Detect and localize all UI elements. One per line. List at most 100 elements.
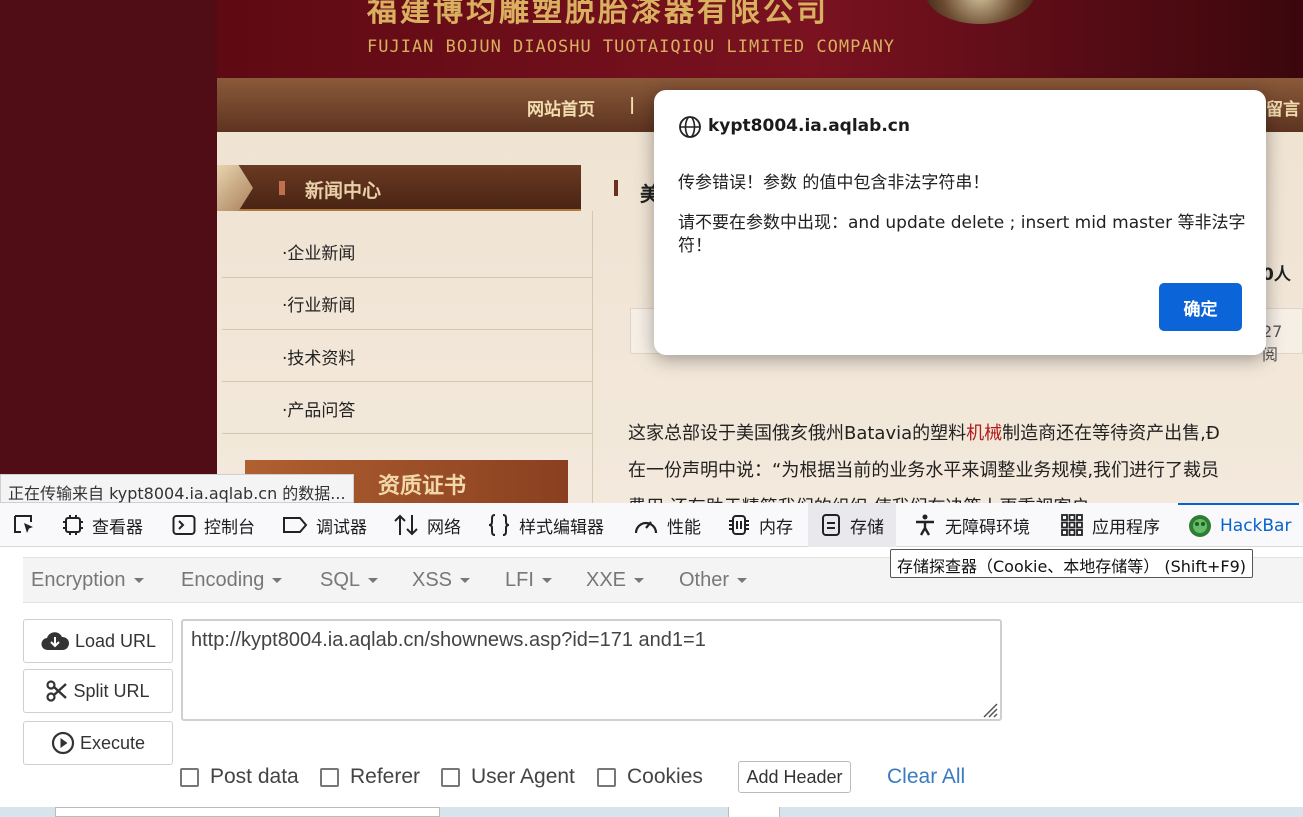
qualification-banner-label: 资质证书 xyxy=(378,474,467,499)
devtools-toolbar: 查看器 控制台 调试器 网络 样式编辑器 性能 内存 存储 无障碍环境 应用程序… xyxy=(0,503,1303,547)
nav-home-link[interactable]: 网站首页 xyxy=(527,95,595,120)
tab-memory-label: 内存 xyxy=(759,517,793,538)
caret-down-icon xyxy=(460,578,471,584)
header-arrow-icon xyxy=(217,165,253,211)
tab-performance-label: 性能 xyxy=(667,517,701,538)
style-editor-icon xyxy=(488,514,510,536)
cookies-checkbox[interactable]: Cookies xyxy=(597,765,703,789)
tab-inspector[interactable]: 查看器 xyxy=(62,503,143,547)
url-input[interactable]: http://kypt8004.ia.aqlab.cn/shownews.asp… xyxy=(181,619,1002,721)
keyword-link[interactable]: 机械 xyxy=(966,423,1002,444)
tab-debugger[interactable]: 调试器 xyxy=(282,503,367,547)
divider xyxy=(222,329,592,330)
tab-console-label: 控制台 xyxy=(204,517,255,538)
add-header-button[interactable]: Add Header xyxy=(738,761,851,793)
tab-performance[interactable]: 性能 xyxy=(633,503,701,547)
execute-button[interactable]: Execute xyxy=(23,721,173,765)
tab-storage-label: 存储 xyxy=(850,517,884,538)
post-data-checkbox[interactable]: Post data xyxy=(180,765,299,789)
caret-down-icon xyxy=(368,578,379,584)
tab-application[interactable]: 应用程序 xyxy=(1060,503,1160,547)
referer-checkbox[interactable]: Referer xyxy=(320,765,420,789)
dialog-message-line-2: 请不要在参数中出现：and update delete ; insert mid… xyxy=(678,213,1246,256)
article-paragraph-line-1: 这家总部设于美国俄亥俄州Batavia的塑料机械制造商还在等待资产出售,Ð xyxy=(628,423,1220,444)
console-icon xyxy=(172,515,196,535)
inspector-icon xyxy=(63,515,83,535)
bottom-card xyxy=(55,807,440,817)
sidebar-link-product-qa[interactable]: ·产品问答 xyxy=(282,396,355,421)
alert-dialog: kypt8004.ia.aqlab.cn 传参错误！参数 的值中包含非法字符串！… xyxy=(654,90,1266,355)
company-name-cn: 福建博均雕塑脱胎漆器有限公司 xyxy=(367,0,829,29)
performance-icon xyxy=(634,521,658,534)
tab-accessibility-label: 无障碍环境 xyxy=(945,517,1030,538)
nav-guestbook-link[interactable]: 留言 xyxy=(1266,95,1300,120)
article-author-fragment: 0人 xyxy=(1262,265,1291,285)
menu-xss[interactable]: XSS xyxy=(412,569,471,592)
menu-lfi[interactable]: LFI xyxy=(505,569,552,592)
checkbox-box[interactable] xyxy=(441,767,460,787)
menu-xxe[interactable]: XXE xyxy=(586,569,645,592)
divider xyxy=(222,277,592,278)
caret-down-icon xyxy=(541,578,552,584)
checkbox-box[interactable] xyxy=(180,767,199,787)
tab-application-label: 应用程序 xyxy=(1092,517,1160,538)
hackbar-panel: Encryption Encoding SQL XSS LFI XXE Othe… xyxy=(0,547,1303,807)
tab-inspector-label: 查看器 xyxy=(92,517,143,538)
bottom-card xyxy=(728,807,780,817)
tab-accessibility[interactable]: 无障碍环境 xyxy=(913,503,1030,547)
tab-memory[interactable]: 内存 xyxy=(727,503,793,547)
debugger-icon xyxy=(283,517,308,533)
scissors-icon xyxy=(46,680,68,702)
play-circle-icon xyxy=(51,731,75,755)
application-icon xyxy=(1061,514,1083,536)
split-url-label: Split URL xyxy=(73,680,150,701)
accessibility-icon xyxy=(916,514,934,536)
article-meta-fragment: 27 阅 xyxy=(1262,322,1283,364)
dialog-ok-button[interactable]: 确定 xyxy=(1159,283,1242,331)
tab-style-editor-label: 样式编辑器 xyxy=(519,517,604,538)
tab-network-label: 网络 xyxy=(427,517,461,538)
dialog-origin: kypt8004.ia.aqlab.cn xyxy=(708,116,910,136)
dialog-message-line-1: 传参错误！参数 的值中包含非法字符串！ xyxy=(678,173,990,193)
tab-hackbar[interactable]: HackBar xyxy=(1178,503,1300,547)
header-bullet-icon xyxy=(279,181,285,195)
memory-icon xyxy=(729,515,749,535)
caret-down-icon xyxy=(272,578,283,584)
caret-down-icon xyxy=(133,578,144,584)
sidebar-link-tech-docs[interactable]: ·技术资料 xyxy=(282,344,355,369)
checkbox-box[interactable] xyxy=(320,767,339,787)
tab-network[interactable]: 网络 xyxy=(393,503,461,547)
sidebar-link-industry-news[interactable]: ·行业新闻 xyxy=(282,291,355,316)
divider xyxy=(222,381,592,382)
site-banner: 福建博均雕塑脱胎漆器有限公司 FUJIAN BOJUN DIAOSHU TUOT… xyxy=(217,0,1303,78)
article-heading-mark xyxy=(614,180,618,196)
clear-all-link[interactable]: Clear All xyxy=(887,765,965,789)
menu-encoding[interactable]: Encoding xyxy=(181,569,283,592)
article-paragraph-line-3: 费用,还有助于精简我们的组织,使我们在决策上更重视客户 xyxy=(628,493,1089,503)
menu-other[interactable]: Other xyxy=(679,569,748,592)
tab-debugger-label: 调试器 xyxy=(316,517,367,538)
caret-down-icon xyxy=(737,578,748,584)
nav-separator: | xyxy=(629,95,636,115)
load-url-button[interactable]: Load URL xyxy=(23,619,173,663)
cloud-download-icon xyxy=(41,632,69,651)
resize-handle-icon[interactable] xyxy=(978,698,998,718)
checkbox-box[interactable] xyxy=(597,767,616,787)
split-url-button[interactable]: Split URL xyxy=(23,669,173,713)
divider xyxy=(222,433,592,434)
load-url-label: Load URL xyxy=(74,630,157,651)
sidebar-link-company-news[interactable]: ·企业新闻 xyxy=(282,239,355,264)
tab-storage[interactable]: 存储 xyxy=(808,503,896,547)
globe-icon xyxy=(679,116,701,138)
sidebar-news-title: 新闻中心 xyxy=(305,180,382,202)
sidebar-news-header: 新闻中心 xyxy=(217,165,581,211)
element-picker-button[interactable] xyxy=(12,503,46,547)
company-name-en: FUJIAN BOJUN DIAOSHU TUOTAIQIQU LIMITED … xyxy=(367,37,896,57)
menu-encryption[interactable]: Encryption xyxy=(31,569,144,592)
tab-console[interactable]: 控制台 xyxy=(172,503,255,547)
hackbar-icon xyxy=(1189,515,1211,537)
menu-sql[interactable]: SQL xyxy=(320,569,379,592)
tab-style-editor[interactable]: 样式编辑器 xyxy=(487,503,604,547)
site-left-margin xyxy=(0,0,217,503)
user-agent-checkbox[interactable]: User Agent xyxy=(441,765,575,789)
